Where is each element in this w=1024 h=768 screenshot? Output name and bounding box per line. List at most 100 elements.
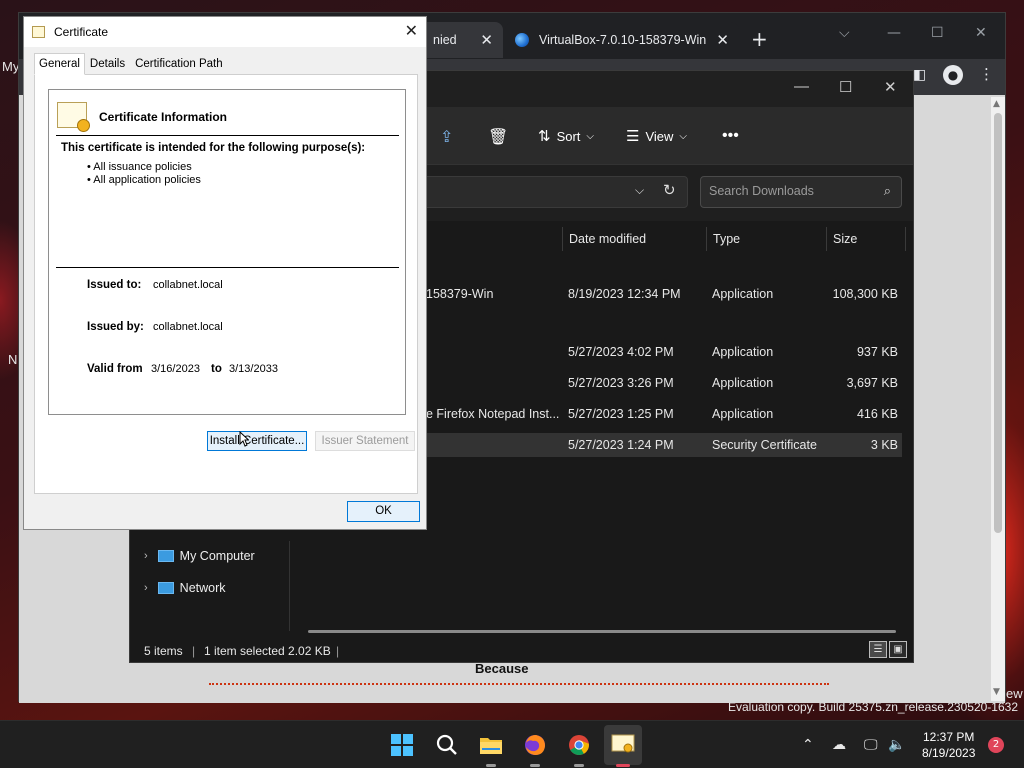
network-icon[interactable]: 🖵 <box>864 737 878 753</box>
status-selection: 1 item selected 2.02 KB <box>204 644 331 658</box>
menu-icon[interactable]: ⋮ <box>979 65 994 83</box>
browser-tab-label: VirtualBox-7.0.10-158379-Win <box>539 33 707 47</box>
tab-certification-path[interactable]: Certification Path <box>130 53 228 75</box>
close-icon[interactable]: ✕ <box>716 31 729 49</box>
nav-item-network[interactable]: › Network <box>144 581 226 595</box>
status-item-count: 5 items <box>144 644 183 658</box>
browser-tab-virtualbox[interactable]: VirtualBox-7.0.10-158379-Win ✕ <box>505 22 739 58</box>
chevron-down-icon: ⌵ <box>586 130 595 142</box>
valid-to-label: to <box>211 363 222 375</box>
scroll-thumb[interactable] <box>994 113 1002 533</box>
taskbar-indicator <box>616 764 630 767</box>
page-text: Because <box>475 661 529 676</box>
certificate-dialog[interactable]: Certificate ✕ General Details Certificat… <box>23 16 427 530</box>
issuer-statement-button[interactable]: Issuer Statement <box>315 431 415 451</box>
status-divider: | <box>192 644 196 658</box>
windows-start-icon[interactable] <box>391 734 413 756</box>
dialog-title: Certificate <box>54 25 109 39</box>
file-date: 8/19/2023 12:34 PM <box>568 287 681 301</box>
nav-label: Network <box>179 581 226 595</box>
column-date-modified[interactable]: Date modified <box>562 227 706 251</box>
purpose-item: • All issuance policies <box>87 161 192 173</box>
search-input[interactable]: Search Downloads ⌕ <box>700 176 902 208</box>
tab-details[interactable]: Details <box>85 53 130 75</box>
chevron-right-icon[interactable]: › <box>144 550 148 562</box>
sidebar-icon[interactable]: ◧ <box>913 67 926 83</box>
page-scrollbar[interactable]: ▲ ▼ <box>991 97 1005 701</box>
info-title: Certificate Information <box>99 110 228 124</box>
file-type: Application <box>712 376 774 390</box>
clock-time: 12:37 PM <box>923 730 975 744</box>
virtualbox-icon <box>515 33 529 47</box>
profile-icon[interactable]: ● <box>943 65 963 85</box>
issued-by-label: Issued by: <box>87 321 144 333</box>
status-bar: 5 items | 1 item selected 2.02 KB | ☰ ▣ <box>130 637 913 663</box>
file-date: 5/27/2023 1:25 PM <box>568 407 674 421</box>
valid-to-value: 3/13/2033 <box>229 363 278 375</box>
maximize-icon[interactable]: ☐ <box>931 25 944 41</box>
close-icon[interactable]: ✕ <box>405 21 418 41</box>
file-size: 3 KB <box>870 438 898 452</box>
sort-label: Sort <box>556 128 581 144</box>
tab-general[interactable]: General <box>34 53 85 75</box>
chevron-down-icon[interactable]: ⌵ <box>839 25 850 41</box>
chevron-down-icon[interactable]: ⌵ <box>635 183 644 198</box>
nav-item-my-computer[interactable]: › My Computer <box>144 549 255 563</box>
minimize-icon[interactable]: — <box>887 25 901 41</box>
maximize-icon[interactable]: ☐ <box>839 78 852 96</box>
plus-icon[interactable]: + <box>751 27 768 51</box>
volume-icon[interactable]: 🔈 <box>888 737 905 753</box>
view-button[interactable]: ☰ View ⌵ <box>626 127 687 145</box>
certificate-icon <box>611 734 635 753</box>
desktop-fragment: ew <box>1006 686 1023 701</box>
clock-date: 8/19/2023 <box>922 746 976 760</box>
tiles-view-icon[interactable]: ▣ <box>889 641 907 658</box>
view-icon: ☰ <box>626 128 640 145</box>
dialog-tabs: General Details Certification Path <box>34 53 228 75</box>
view-label: View <box>645 128 674 144</box>
file-name: 158379-Win <box>426 287 494 301</box>
firefox-icon[interactable] <box>523 733 547 757</box>
share-button[interactable]: ⇪ <box>440 127 453 147</box>
details-view-icon[interactable]: ☰ <box>869 641 887 658</box>
install-certificate-button[interactable]: Install Certificate... <box>207 431 307 451</box>
onedrive-icon[interactable]: ☁ <box>832 737 846 753</box>
close-icon[interactable]: ✕ <box>975 25 987 41</box>
refresh-icon[interactable]: ↻ <box>663 181 676 199</box>
more-options-button[interactable]: ••• <box>722 127 739 145</box>
purpose-heading: This certificate is intended for the fol… <box>61 142 366 154</box>
certificate-info-box: Certificate Information This certificate… <box>48 89 406 415</box>
file-type: Application <box>712 345 774 359</box>
certificate-taskbar-button[interactable] <box>604 725 642 767</box>
file-date: 5/27/2023 3:26 PM <box>568 376 674 390</box>
sort-button[interactable]: ⇅ Sort ⌵ <box>538 127 594 145</box>
scroll-down-icon[interactable]: ▼ <box>993 687 1000 697</box>
column-size[interactable]: Size <box>826 227 906 251</box>
divider <box>56 267 399 268</box>
chevron-up-icon[interactable]: ⌃ <box>802 737 814 753</box>
certificate-icon <box>57 102 90 132</box>
column-type[interactable]: Type <box>706 227 826 251</box>
search-icon[interactable] <box>435 733 459 757</box>
chrome-icon[interactable] <box>567 733 591 757</box>
close-icon[interactable]: ✕ <box>480 31 493 49</box>
general-tab-panel: Certificate Information This certificate… <box>34 74 418 494</box>
file-type: Application <box>712 407 774 421</box>
minimize-icon[interactable]: — <box>794 78 809 95</box>
system-clock[interactable]: 12:37 PM 8/19/2023 <box>922 729 975 761</box>
scroll-up-icon[interactable]: ▲ <box>993 99 1000 109</box>
file-name: e Firefox Notepad Inst... <box>426 407 560 421</box>
file-date: 5/27/2023 1:24 PM <box>568 438 674 452</box>
search-icon: ⌕ <box>883 183 891 198</box>
ok-button[interactable]: OK <box>347 501 420 522</box>
horizontal-scrollbar[interactable] <box>308 630 896 633</box>
sort-icon: ⇅ <box>538 128 551 145</box>
issued-by-value: collabnet.local <box>153 321 223 333</box>
status-divider: | <box>336 644 340 658</box>
file-explorer-icon[interactable] <box>479 733 503 757</box>
close-icon[interactable]: ✕ <box>884 78 897 96</box>
notification-badge[interactable]: 2 <box>988 737 1004 753</box>
taskbar: ⌃ ☁ 🖵 🔈 12:37 PM 8/19/2023 2 <box>0 720 1024 768</box>
delete-button[interactable]: 🗑 <box>488 127 508 147</box>
chevron-right-icon[interactable]: › <box>144 582 148 594</box>
